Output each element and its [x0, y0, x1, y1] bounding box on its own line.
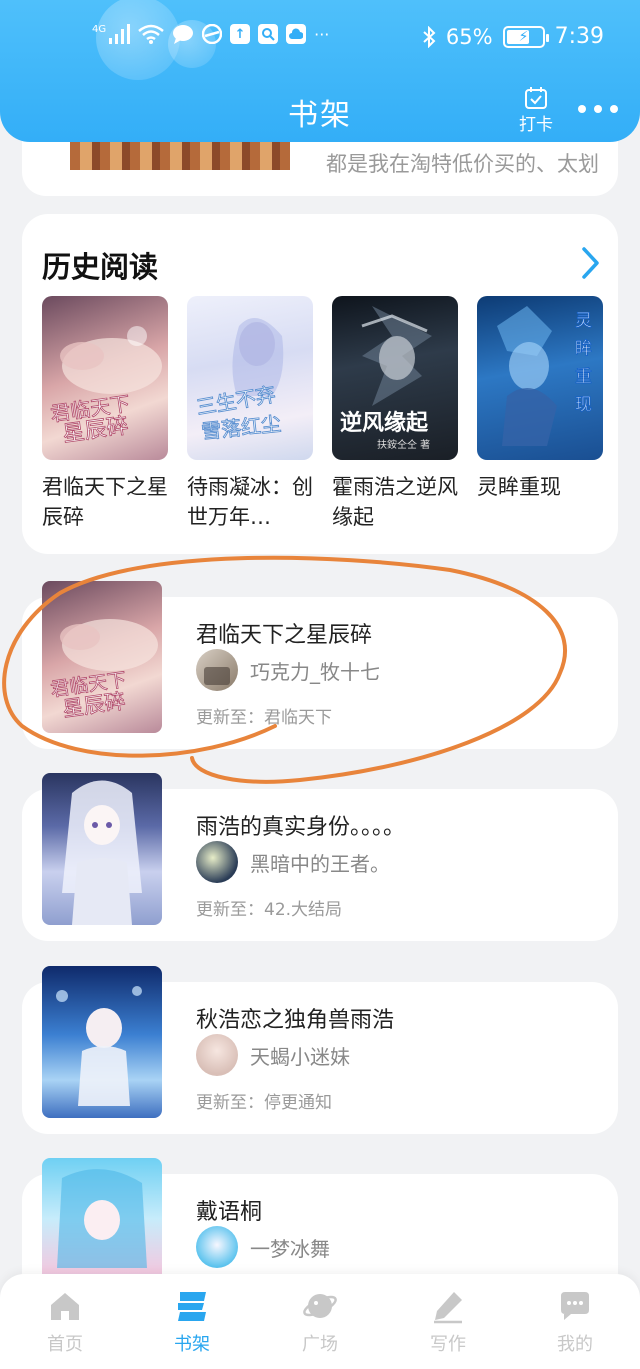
svg-text:重: 重 [575, 367, 592, 387]
calendar-check-icon [525, 87, 547, 109]
battery-icon: ⚡ [502, 25, 549, 48]
svg-text:逆风缘起: 逆风缘起 [340, 410, 429, 436]
update-status: 更新至：42.大结局 [196, 900, 343, 920]
history-book-name: 君临天下之星辰碎 [42, 475, 168, 529]
book-card[interactable]: 雨浩的真实身份。。。。 黑暗中的王者。 更新至：42.大结局 [22, 773, 618, 941]
nav-write[interactable]: 写作 [408, 1288, 488, 1356]
cover-art: 君临天下 星辰碎 [49, 326, 162, 448]
book-author[interactable]: 一梦冰舞 [196, 1226, 330, 1268]
more-notifications: ··· [314, 24, 330, 44]
author-name: 黑暗中的王者。 [250, 851, 390, 876]
book-card[interactable]: 君临天下 星辰碎 君临天下之星辰碎 巧克力_牧十七 更新至：君临天下 [22, 581, 618, 749]
book-cover [42, 966, 162, 1118]
nav-label: 广场 [302, 1334, 338, 1355]
bottom-navigation: 首页 书架 广场 写作 我的 [0, 1274, 640, 1369]
book-author[interactable]: 黑暗中的王者。 [196, 841, 390, 883]
status-bar: 4G ↑ ··· 65% ⚡ 7:39 [0, 0, 640, 76]
author-avatar [196, 649, 238, 691]
cloud-icon [286, 24, 307, 44]
checkin-button[interactable]: 打卡 [514, 86, 558, 135]
browser-icon [202, 24, 223, 44]
author-name: 巧克力_牧十七 [250, 659, 380, 684]
signal-icon: 4G [92, 24, 131, 44]
history-book-item[interactable]: 三生不弃 雪落红尘 待雨凝冰：创世万年… [187, 296, 313, 532]
author-avatar [196, 1034, 238, 1076]
update-status: 更新至：停更通知 [196, 1093, 332, 1113]
history-book-item[interactable]: 君临天下 星辰碎 君临天下之星辰碎 [42, 296, 168, 532]
bookshelf-icon [178, 1292, 206, 1321]
history-book-name: 待雨凝冰：创世万年… [187, 475, 313, 529]
post-image [70, 140, 290, 170]
message-icon [172, 24, 194, 44]
book-title: 秋浩恋之独角兽雨浩 [196, 1008, 395, 1033]
svg-text:现: 现 [575, 395, 592, 415]
nav-label: 书架 [174, 1334, 210, 1355]
history-book-name: 霍雨浩之逆风缘起 [332, 475, 458, 529]
clock: 7:39 [554, 24, 604, 49]
book-cover [42, 773, 162, 925]
book-author[interactable]: 天蝎小迷妹 [196, 1034, 350, 1076]
pen-icon [434, 1292, 462, 1324]
svg-text:扶銨仝仝 著: 扶銨仝仝 著 [377, 438, 430, 451]
book-title: 雨浩的真实身份。。。。 [196, 815, 406, 840]
book-cover: 三生不弃 雪落红尘 [187, 296, 313, 460]
book-title: 君临天下之星辰碎 [196, 623, 373, 648]
cover-art: 君临天下 星辰碎 [49, 619, 158, 722]
nav-square[interactable]: 广场 [280, 1288, 360, 1356]
bluetooth-icon [422, 25, 436, 48]
history-book-item[interactable]: 逆风缘起 扶銨仝仝 著 霍雨浩之逆风缘起 [332, 296, 458, 532]
history-title: 历史阅读 [42, 250, 159, 284]
search-app-icon [258, 24, 279, 44]
book-cover: 逆风缘起 扶銨仝仝 著 [332, 296, 458, 460]
author-avatar [196, 841, 238, 883]
planet-icon [303, 1294, 337, 1318]
nav-label: 首页 [47, 1334, 83, 1355]
nav-bookshelf[interactable]: 书架 [152, 1288, 232, 1356]
wifi-icon [138, 24, 164, 44]
update-status: 更新至：君临天下 [196, 708, 332, 728]
cover-art: 逆风缘起 扶銨仝仝 著 [340, 306, 432, 451]
cover-art [62, 780, 142, 925]
more-dot-icon [578, 105, 586, 113]
more-menu-button[interactable] [578, 96, 618, 122]
battery-percent: 65% [445, 24, 493, 49]
book-cover: 君临天下 星辰碎 [42, 296, 168, 460]
cover-art [56, 986, 142, 1106]
more-dot-icon [610, 105, 618, 113]
book-cover: 君临天下 星辰碎 [42, 581, 162, 733]
nav-mine[interactable]: 我的 [535, 1288, 615, 1356]
book-cover: 灵 眸 重 现 [477, 296, 603, 460]
nav-label: 我的 [557, 1334, 593, 1355]
cover-art: 灵 眸 重 现 [497, 306, 592, 446]
cover-art: 三生不弃 雪落红尘 [194, 318, 284, 444]
nav-home[interactable]: 首页 [25, 1288, 105, 1356]
home-icon [51, 1293, 79, 1320]
book-author[interactable]: 巧克力_牧十七 [196, 649, 380, 691]
history-book-item[interactable]: 灵 眸 重 现 灵眸重现 [477, 296, 603, 502]
nav-label: 写作 [430, 1334, 466, 1355]
upload-icon: ↑ [230, 24, 251, 44]
app-header: 4G ↑ ··· 65% ⚡ 7:39 书架 打卡 [0, 0, 640, 142]
author-avatar [196, 1226, 238, 1268]
checkin-label: 打卡 [519, 115, 553, 135]
author-name: 天蝎小迷妹 [250, 1044, 350, 1069]
svg-text:眸: 眸 [575, 339, 592, 359]
book-title: 戴语桐 [196, 1200, 263, 1225]
svg-text:灵: 灵 [575, 311, 592, 331]
book-card[interactable]: 秋浩恋之独角兽雨浩 天蝎小迷妹 更新至：停更通知 [22, 966, 618, 1134]
post-snippet: 都是我在淘特低价买的、太划 [326, 152, 599, 176]
chat-icon [561, 1292, 589, 1320]
history-book-name: 灵眸重现 [477, 475, 561, 499]
author-name: 一梦冰舞 [250, 1236, 330, 1261]
reading-history-card: 历史阅读 君临天下 星辰碎 君临天下之星辰碎 三生不弃 雪落红尘 待雨凝冰：创世… [22, 214, 618, 554]
more-dot-icon [594, 105, 602, 113]
chevron-right-icon[interactable] [578, 246, 602, 280]
